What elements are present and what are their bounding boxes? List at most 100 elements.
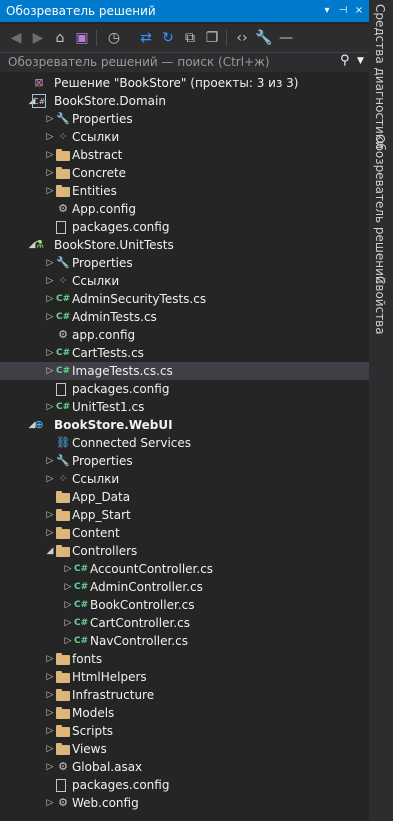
expand-arrow-icon[interactable]: ▷ <box>44 110 56 128</box>
search-options-chevron-icon[interactable]: ▼ <box>357 56 364 66</box>
tree-item[interactable]: ▷ ⁘ Ссылки <box>0 272 369 290</box>
folder-icon <box>56 689 70 701</box>
tree-item[interactable]: ▷ fonts <box>0 650 369 668</box>
tree-item[interactable]: ▷ Infrastructure <box>0 686 369 704</box>
expand-arrow-icon[interactable]: ▷ <box>44 506 56 524</box>
tree-item[interactable]: ▷ Abstract <box>0 146 369 164</box>
tree-item[interactable]: ▷ C# UnitTest1.cs <box>0 398 369 416</box>
forward-icon[interactable]: ▶ <box>28 28 48 48</box>
expand-arrow-icon[interactable]: ▷ <box>44 722 56 740</box>
tree-item[interactable]: ▷ Content <box>0 524 369 542</box>
close-icon[interactable]: × <box>352 3 366 19</box>
tree-item[interactable]: ▷ C# ImageTests.cs.cs <box>0 362 369 380</box>
tree-item[interactable]: ▷ 🔧 Properties <box>0 254 369 272</box>
dropdown-icon[interactable]: ▾ <box>320 3 334 19</box>
tree-item[interactable]: ▷ ⁘ Ссылки <box>0 470 369 488</box>
home-icon[interactable]: ⌂ <box>50 28 70 48</box>
toolbar: ◀ ▶ ⌂ ▣ ◷ ⇄ ↻ ⧉ ❐ ‹› 🔧 — <box>0 24 369 52</box>
tree-item[interactable]: packages.config <box>0 380 369 398</box>
tree-item[interactable]: ▷ C# BookController.cs <box>0 596 369 614</box>
expand-arrow-icon[interactable]: ▷ <box>62 632 74 650</box>
expand-arrow-icon[interactable]: ▷ <box>44 254 56 272</box>
expand-arrow-icon[interactable]: ▷ <box>44 794 56 812</box>
tab-solution-explorer[interactable]: Обозреватель решений <box>369 134 393 284</box>
tree-item[interactable]: ▷ HtmlHelpers <box>0 668 369 686</box>
tree-item[interactable]: ◢ ⚗ BookStore.UnitTests <box>0 236 369 254</box>
tree-item[interactable]: ▷ Views <box>0 740 369 758</box>
wrench-icon: 🔧 <box>56 454 70 467</box>
expand-arrow-icon[interactable]: ▷ <box>44 344 56 362</box>
expand-arrow-icon[interactable]: ▷ <box>62 578 74 596</box>
expand-arrow-icon[interactable]: ▷ <box>44 758 56 776</box>
cs-icon: C# <box>74 618 89 628</box>
search-icon[interactable]: ⚲ <box>340 53 350 68</box>
expand-arrow-icon[interactable]: ▷ <box>62 560 74 578</box>
tree-item[interactable]: ◢ ⊕ BookStore.WebUI <box>0 416 369 434</box>
tree-item[interactable]: ▷ C# CartTests.cs <box>0 344 369 362</box>
wrench-icon[interactable]: 🔧 <box>254 28 274 48</box>
collapse-icon[interactable]: ⧉ <box>180 28 200 48</box>
tree-item[interactable]: ⚙ App.config <box>0 200 369 218</box>
tree-item[interactable]: ⚙ app.config <box>0 326 369 344</box>
tree-item[interactable]: ⛓ Connected Services <box>0 434 369 452</box>
tree-item[interactable]: App_Data <box>0 488 369 506</box>
back-icon[interactable]: ◀ <box>6 28 26 48</box>
code-icon[interactable]: ‹› <box>232 28 252 48</box>
search-input[interactable]: Обозреватель решений — поиск (Ctrl+ж) <box>8 55 270 69</box>
tree-item[interactable]: ▷ C# AccountController.cs <box>0 560 369 578</box>
expand-arrow-icon[interactable]: ▷ <box>44 272 56 290</box>
expand-arrow-icon[interactable]: ▷ <box>44 524 56 542</box>
expand-arrow-icon[interactable]: ▷ <box>44 398 56 416</box>
expand-arrow-icon[interactable]: ▷ <box>44 668 56 686</box>
expand-arrow-icon[interactable]: ▷ <box>62 614 74 632</box>
tree-item[interactable]: ▷ App_Start <box>0 506 369 524</box>
expand-arrow-icon[interactable]: ▷ <box>44 452 56 470</box>
expand-arrow-icon[interactable]: ▷ <box>44 686 56 704</box>
copy-icon[interactable]: ❐ <box>202 28 222 48</box>
tree-item[interactable]: ▷ C# AdminSecurityTests.cs <box>0 290 369 308</box>
vs-icon[interactable]: ▣ <box>72 28 92 48</box>
refresh-icon[interactable]: ↻ <box>158 28 178 48</box>
tree-item[interactable]: ▷ 🔧 Properties <box>0 452 369 470</box>
tree-item[interactable]: ▷ 🔧 Properties <box>0 110 369 128</box>
tree-item[interactable]: ▷ Concrete <box>0 164 369 182</box>
tree-item[interactable]: ▷ ⁘ Ссылки <box>0 128 369 146</box>
tree-item[interactable]: ▷ Scripts <box>0 722 369 740</box>
pin-icon[interactable]: ⊣ <box>336 3 350 19</box>
tree-item[interactable]: ▷ Entities <box>0 182 369 200</box>
sync-icon[interactable]: ⇄ <box>136 28 156 48</box>
tab-diagnostic-tools[interactable]: Средства диагностики <box>369 4 393 149</box>
tree-item[interactable]: ▷ C# AdminController.cs <box>0 578 369 596</box>
expand-arrow-icon[interactable]: ▷ <box>44 650 56 668</box>
expand-arrow-icon[interactable]: ▷ <box>44 128 56 146</box>
expand-arrow-icon[interactable]: ▷ <box>44 362 56 380</box>
expand-arrow-icon[interactable]: ▷ <box>44 146 56 164</box>
history-icon[interactable]: ◷ <box>104 28 124 48</box>
tree-item[interactable]: ▷ C# AdminTests.cs <box>0 308 369 326</box>
search-box[interactable]: Обозреватель решений — поиск (Ctrl+ж) ⚲ … <box>0 52 369 72</box>
tree-item[interactable]: ▷ C# NavController.cs <box>0 632 369 650</box>
expand-arrow-icon[interactable]: ▷ <box>44 164 56 182</box>
tree-item[interactable]: ▷ ⚙ Web.config <box>0 794 369 812</box>
expand-arrow-icon[interactable]: ▷ <box>44 740 56 758</box>
cs-icon: C# <box>56 294 71 304</box>
tree-item[interactable]: ▷ ⚙ Global.asax <box>0 758 369 776</box>
tab-properties[interactable]: Свойства <box>369 276 393 336</box>
expand-arrow-icon[interactable]: ▷ <box>44 290 56 308</box>
tree-item[interactable]: ◢ Controllers <box>0 542 369 560</box>
tree-item[interactable]: ◢ C# BookStore.Domain <box>0 92 369 110</box>
collapse-arrow-icon[interactable]: ◢ <box>44 542 56 560</box>
expand-arrow-icon[interactable]: ▷ <box>44 182 56 200</box>
dash-icon[interactable]: — <box>276 28 296 48</box>
expand-arrow-icon[interactable]: ▷ <box>62 596 74 614</box>
expand-arrow-icon[interactable]: ▷ <box>44 704 56 722</box>
tree-item[interactable]: ⊠ Решение "BookStore" (проекты: 3 из 3) <box>0 74 369 92</box>
tree-item[interactable]: ▷ Models <box>0 704 369 722</box>
expand-arrow-icon[interactable]: ▷ <box>44 470 56 488</box>
tree-item[interactable]: ▷ C# CartController.cs <box>0 614 369 632</box>
tree-item-label: Controllers <box>72 544 138 558</box>
tree-item[interactable]: packages.config <box>0 218 369 236</box>
sln-icon: ⊠ <box>34 76 44 89</box>
tree-item[interactable]: packages.config <box>0 776 369 794</box>
expand-arrow-icon[interactable]: ▷ <box>44 308 56 326</box>
